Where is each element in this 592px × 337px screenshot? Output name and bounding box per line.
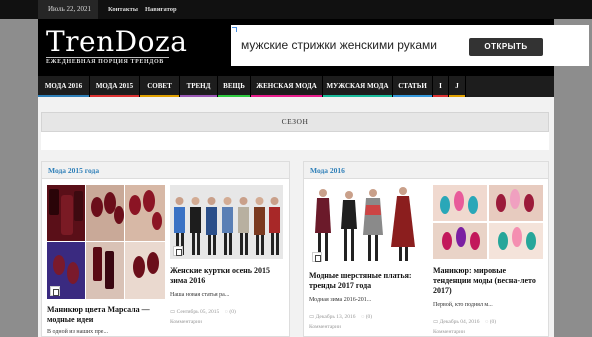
post-format-icon bbox=[312, 252, 322, 262]
ad-text[interactable]: мужские стрижки женскими руками bbox=[241, 38, 437, 52]
panel-title[interactable]: Мода 2015 года bbox=[48, 162, 99, 179]
ad-open-button[interactable]: ОТКРЫТЬ bbox=[469, 38, 543, 56]
nav-item-sovet[interactable]: СОВЕТ bbox=[140, 76, 180, 97]
post-thumbnail[interactable] bbox=[309, 185, 422, 265]
comments-label[interactable]: Комментарии bbox=[170, 319, 202, 325]
post-excerpt: В одной из наших пре... bbox=[47, 329, 108, 335]
main-content: СЕЗОН Мода 2015 года Маникюр цвета Марса… bbox=[38, 97, 554, 337]
nav-item-stati[interactable]: СТАТЬИ bbox=[393, 76, 433, 97]
nav-label: МУЖСКАЯ МОДА bbox=[326, 82, 389, 90]
panel-header: Мода 2016 bbox=[304, 162, 548, 179]
comments-icon: ◌ bbox=[224, 309, 229, 315]
top-bar: Июль 22, 2021 Контакты Навигатор bbox=[0, 0, 592, 19]
season-heading[interactable]: СЕЗОН bbox=[41, 112, 549, 132]
post-excerpt: Первой, кто поднял м... bbox=[433, 302, 493, 308]
comments-icon: ◌ bbox=[485, 319, 489, 325]
comments-label[interactable]: Комментарии bbox=[309, 324, 341, 330]
nav-item-zhenskaya-moda[interactable]: ЖЕНСКАЯ МОДА bbox=[251, 76, 323, 97]
post-format-icon bbox=[173, 246, 183, 256]
post-excerpt: Модная зима 2016-201... bbox=[309, 297, 372, 303]
nav-label: МОДА 2015 bbox=[95, 82, 134, 90]
post-date: Сентябрь 05, 2015 bbox=[176, 309, 220, 315]
comments-count[interactable]: (0) bbox=[366, 314, 372, 320]
post-meta: ▭ Декабрь 13, 2016 ◌ (0) bbox=[309, 314, 372, 320]
category-panel-moda-2015: Мода 2015 года Маникюр цвета Марсала — м… bbox=[41, 161, 290, 337]
nav-label: СТАТЬИ bbox=[398, 82, 427, 90]
calendar-icon: ▭ bbox=[309, 314, 315, 320]
nav-label: I bbox=[439, 82, 442, 90]
comments-label[interactable]: Комментарии bbox=[433, 329, 465, 335]
nav-label: СОВЕТ bbox=[147, 82, 172, 90]
nav-item-moda-2016[interactable]: МОДА 2016 bbox=[38, 76, 90, 97]
post-format-icon bbox=[50, 286, 60, 296]
comments-count[interactable]: (0) bbox=[229, 309, 235, 315]
ad-choices-icon[interactable] bbox=[232, 27, 237, 32]
comments-count[interactable]: (0) bbox=[490, 319, 496, 325]
post-meta: ▭ Декабрь 04, 2016 ◌ (0) bbox=[433, 319, 496, 325]
post-title[interactable]: Маникюр: мировые тенденции моды (весна-л… bbox=[433, 266, 543, 296]
contacts-link[interactable]: Контакты bbox=[108, 0, 138, 19]
logo-divider bbox=[46, 57, 169, 58]
nail-collage-image bbox=[47, 185, 165, 299]
nav-label: ЖЕНСКАЯ МОДА bbox=[256, 82, 317, 90]
nav-item-i[interactable]: I bbox=[433, 76, 449, 97]
ad-banner[interactable]: мужские стрижки женскими руками ОТКРЫТЬ bbox=[231, 25, 589, 66]
post-excerpt: Наша новая статья ра... bbox=[170, 292, 230, 298]
manicure-trends-image bbox=[433, 185, 543, 259]
nav-label: ВЕЩЬ bbox=[223, 82, 245, 90]
post-thumbnail[interactable] bbox=[433, 185, 543, 259]
post-title[interactable]: Модные шерстяные платья: тренды 2017 год… bbox=[309, 271, 422, 291]
post-thumbnail[interactable] bbox=[47, 185, 165, 299]
calendar-icon: ▭ bbox=[170, 309, 176, 315]
nav-label: ТРЕНД bbox=[186, 82, 211, 90]
current-date: Июль 22, 2021 bbox=[38, 0, 98, 19]
nav-label: МОДА 2016 bbox=[44, 82, 83, 90]
wool-dresses-image bbox=[309, 185, 422, 265]
nav-item-veshch[interactable]: ВЕЩЬ bbox=[218, 76, 251, 97]
nav-label: J bbox=[455, 82, 459, 90]
site-tagline: ЕЖЕДНЕВНАЯ ПОРЦИЯ ТРЕНДОВ bbox=[46, 59, 164, 65]
post-date: Декабрь 13, 2016 bbox=[315, 314, 356, 320]
post-thumbnail[interactable] bbox=[170, 185, 283, 259]
panel-header: Мода 2015 года bbox=[42, 162, 289, 179]
nav-item-moda-2015[interactable]: МОДА 2015 bbox=[90, 76, 140, 97]
main-nav: МОДА 2016 МОДА 2015 СОВЕТ ТРЕНД ВЕЩЬ ЖЕН… bbox=[38, 76, 554, 97]
post-date: Декабрь 04, 2016 bbox=[439, 319, 480, 325]
site-logo[interactable]: TrenDoza bbox=[46, 25, 187, 58]
runway-image bbox=[170, 185, 283, 259]
nav-item-trend[interactable]: ТРЕНД bbox=[180, 76, 218, 97]
post-title[interactable]: Женские куртки осень 2015 зима 2016 bbox=[170, 266, 283, 286]
post-title[interactable]: Маникюр цвета Марсала — модные идеи bbox=[47, 305, 165, 325]
nav-item-muzhskaya-moda[interactable]: МУЖСКАЯ МОДА bbox=[323, 76, 393, 97]
navigator-link[interactable]: Навигатор bbox=[145, 0, 177, 19]
panel-title[interactable]: Мода 2016 bbox=[310, 162, 345, 179]
calendar-icon: ▭ bbox=[433, 319, 439, 325]
site-header: TrenDoza ЕЖЕДНЕВНАЯ ПОРЦИЯ ТРЕНДОВ мужск… bbox=[38, 19, 589, 76]
season-strip bbox=[41, 132, 549, 150]
comments-icon: ◌ bbox=[361, 314, 365, 320]
category-panel-moda-2016: Мода 2016 Модные шерстяные платья: тренд… bbox=[303, 161, 549, 337]
post-meta: ▭ Сентябрь 05, 2015 ◌ (0) bbox=[170, 309, 236, 315]
nav-item-j[interactable]: J bbox=[449, 76, 466, 97]
